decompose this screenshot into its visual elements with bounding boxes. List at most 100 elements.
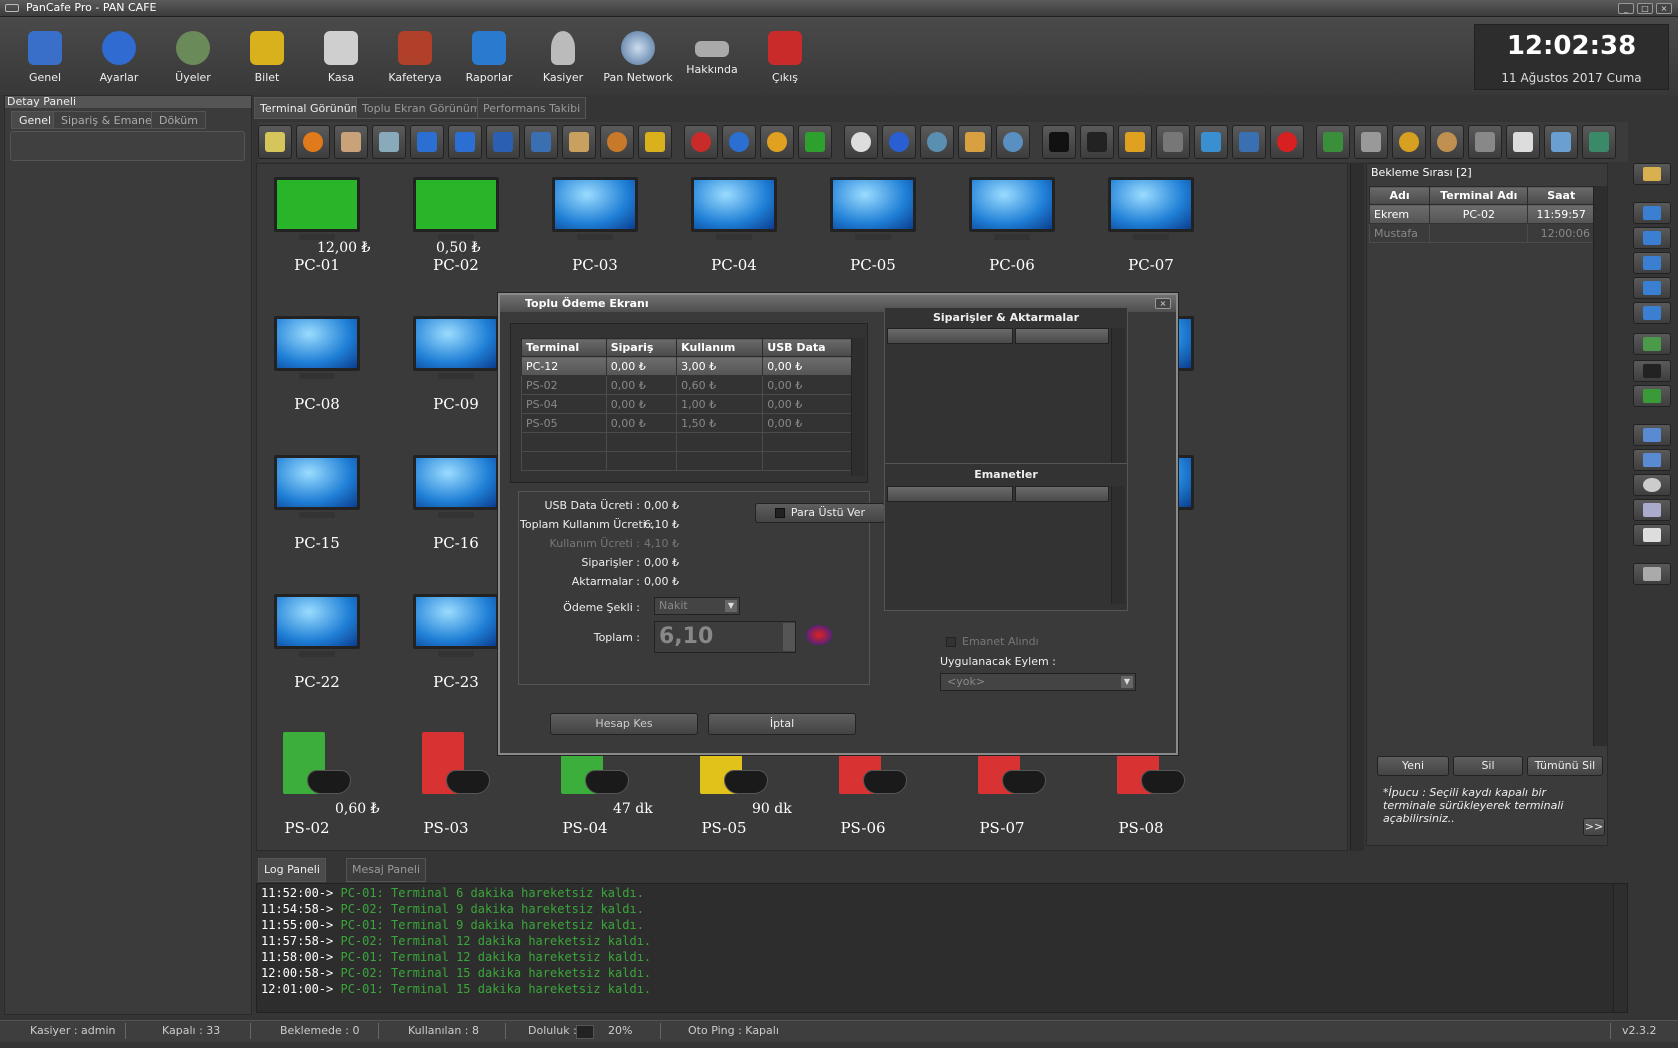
gift-icon[interactable] [562, 125, 596, 159]
tab-performance[interactable]: Performans Takibi [477, 97, 587, 119]
terminal-pc-06[interactable]: PC-06 [952, 164, 1055, 292]
tab-log-panel[interactable]: Log Paneli [258, 858, 326, 882]
view-list-icon[interactable] [1633, 302, 1671, 324]
members-icon[interactable] [334, 125, 368, 159]
table-row[interactable]: PS-05 0,00 ₺ 1,50 ₺ 0,00 ₺ [521, 413, 855, 433]
terminal-pc-08[interactable]: PC-08 [257, 303, 360, 431]
clock-icon[interactable] [1633, 474, 1671, 496]
cancel-button[interactable]: İptal [708, 713, 856, 735]
folder-icon[interactable] [958, 125, 992, 159]
log-icon[interactable] [1633, 524, 1671, 546]
restart-icon[interactable] [760, 125, 794, 159]
terminal-pc-15[interactable]: PC-15 [257, 442, 360, 570]
view-small-icon[interactable] [1633, 252, 1671, 274]
new-button[interactable]: Yeni [1377, 756, 1449, 776]
log-scrollbar[interactable] [1613, 884, 1627, 1012]
system-menu-icon[interactable] [5, 4, 19, 12]
settle-account-button[interactable]: Hesap Kes [550, 713, 698, 735]
calendar-icon[interactable] [1633, 499, 1671, 521]
total-spinner[interactable] [783, 623, 795, 651]
cancel-terminal-icon[interactable] [524, 125, 558, 159]
dialog-close-button[interactable]: × [1155, 298, 1171, 309]
table-row[interactable]: PC-12 0,00 ₺ 3,00 ₺ 0,00 ₺ [521, 356, 855, 376]
terminal-pc-16[interactable]: PC-16 [396, 442, 499, 570]
change-checkbox[interactable] [774, 508, 785, 518]
volume-icon[interactable] [996, 125, 1030, 159]
power-icon[interactable] [722, 125, 756, 159]
terminal-pc-22[interactable]: PC-22 [257, 581, 360, 709]
raporlar-button[interactable]: Raporlar [454, 23, 524, 93]
view-medium-icon[interactable] [1633, 227, 1671, 249]
table-row[interactable]: Ekrem PC-02 11:59:57 [1368, 204, 1595, 224]
table-scrollbar[interactable] [851, 338, 865, 476]
terminal-icon[interactable] [1080, 125, 1114, 159]
terminal-scrollbar[interactable] [1350, 163, 1364, 851]
windows-icon[interactable] [1316, 125, 1350, 159]
screen-dropdown-icon[interactable] [1633, 333, 1671, 355]
action-select[interactable]: <yok> ▼ [940, 673, 1136, 691]
close-button[interactable]: × [1656, 3, 1672, 14]
uyeler-button[interactable]: Üyeler [158, 23, 228, 93]
clear-icon[interactable] [1633, 563, 1671, 585]
kasiyer-button[interactable]: Kasiyer [528, 23, 598, 93]
kafeterya-button[interactable]: Kafeterya [380, 23, 450, 93]
cikis-button[interactable]: Çıkış [750, 23, 820, 93]
console-ps-03[interactable]: PS-03 [386, 727, 506, 847]
terminal-pc-07[interactable]: PC-07 [1091, 164, 1194, 292]
table-row[interactable]: Mustafa 12:00:06 [1368, 223, 1595, 243]
play-green-icon[interactable] [798, 125, 832, 159]
terminal-pc-05[interactable]: PC-05 [813, 164, 916, 292]
deposits-scrollbar[interactable] [1111, 486, 1125, 604]
free-icon[interactable] [296, 125, 330, 159]
usb-remove-icon[interactable] [1232, 125, 1266, 159]
more-button[interactable]: >> [1583, 818, 1605, 836]
table-row[interactable]: PS-04 0,00 ₺ 1,00 ₺ 0,00 ₺ [521, 394, 855, 414]
ticket-icon[interactable] [638, 125, 672, 159]
pause-icon[interactable] [410, 125, 444, 159]
genel-button[interactable]: Genel [10, 23, 80, 93]
queue-scrollbar[interactable] [1593, 186, 1607, 746]
total-input[interactable]: 6,10 [654, 621, 796, 653]
shutdown-icon[interactable] [684, 125, 718, 159]
burger-icon[interactable] [600, 125, 634, 159]
ip-icon[interactable] [1506, 125, 1540, 159]
currency-flag-icon[interactable] [806, 625, 832, 645]
delete-all-button[interactable]: Tümünü Sil [1527, 756, 1603, 776]
view-tiles-icon[interactable] [1633, 277, 1671, 299]
list-icon[interactable] [1354, 125, 1388, 159]
browser-icon[interactable] [882, 125, 916, 159]
sync-icon[interactable] [920, 125, 954, 159]
font-icon[interactable] [1633, 360, 1671, 382]
screenshot-icon[interactable] [1468, 125, 1502, 159]
tab-bulk-screen-view[interactable]: Toplu Ekran Görünümü [356, 97, 494, 119]
usb-icon[interactable] [1194, 125, 1228, 159]
add-monitor-icon[interactable] [1633, 385, 1671, 407]
maximize-button[interactable]: □ [1637, 3, 1653, 14]
kasa-button[interactable]: Kasa [306, 23, 376, 93]
disk-icon[interactable] [1430, 125, 1464, 159]
settings-icon[interactable] [1392, 125, 1426, 159]
play-blue-icon[interactable] [448, 125, 482, 159]
terminal-pc-01[interactable]: 12,00 ₺ PC-01 [257, 164, 370, 292]
ayarlar-button[interactable]: Ayarlar [84, 23, 154, 93]
tab-dokum[interactable]: Döküm [151, 111, 206, 129]
user-icon[interactable] [372, 125, 406, 159]
user-card-icon[interactable] [1633, 424, 1671, 446]
bilet-button[interactable]: Bilet [232, 23, 302, 93]
console-icon[interactable] [1042, 125, 1076, 159]
delete-button[interactable]: Sil [1453, 756, 1523, 776]
tools-icon[interactable] [1544, 125, 1578, 159]
monitor-graph-icon[interactable] [1582, 125, 1616, 159]
terminal-pc-23[interactable]: PC-23 [396, 581, 499, 709]
deposit-taken-checkbox[interactable]: Emanet Alındı [946, 635, 1039, 648]
flash-icon[interactable] [1118, 125, 1152, 159]
payment-method-select[interactable]: Nakit ▼ [654, 597, 740, 615]
tab-siparis-emanet[interactable]: Sipariş & Emanet [53, 111, 165, 129]
console-ps-02[interactable]: 0,60 ₺ PS-02 [247, 727, 380, 847]
tab-genel[interactable]: Genel [11, 111, 60, 129]
edit-icon[interactable] [258, 125, 292, 159]
layout-dropdown-icon[interactable] [1633, 163, 1671, 185]
list-view-icon[interactable] [1633, 449, 1671, 471]
hakkinda-button[interactable]: Hakkında [677, 23, 747, 93]
stop-icon[interactable] [486, 125, 520, 159]
